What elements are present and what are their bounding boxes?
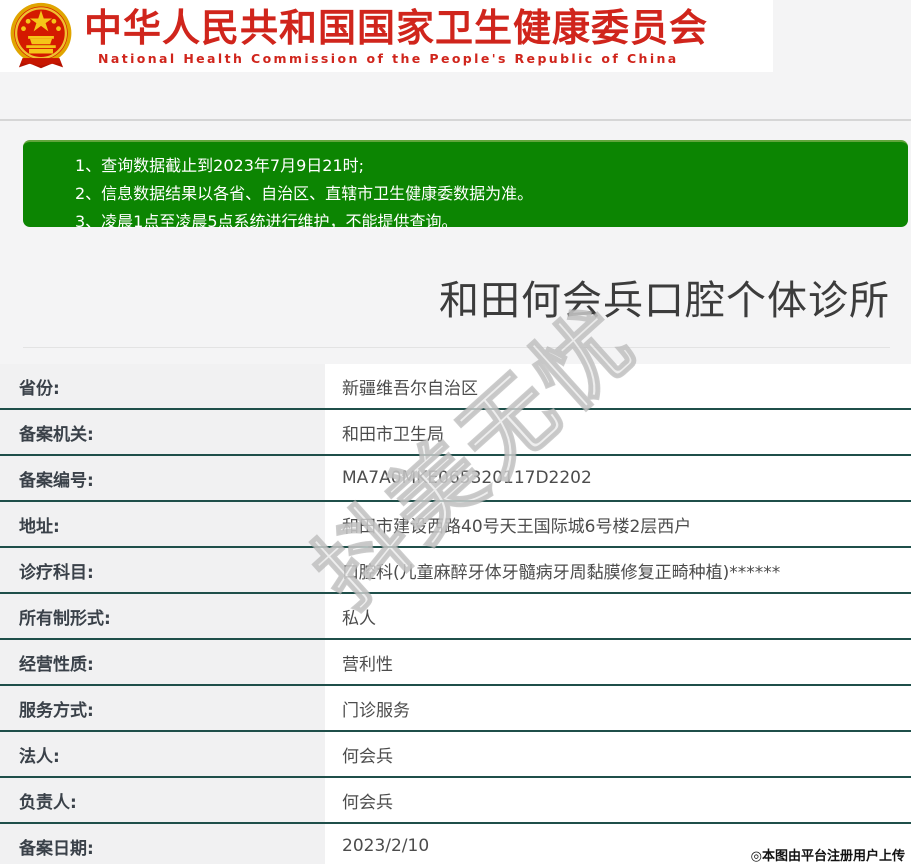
table-row-clinical-departments: 诊疗科目: 口腔科(儿童麻醉牙体牙髓病牙周黏膜修复正畸种植)****** <box>0 548 911 594</box>
china-national-emblem-icon <box>10 2 72 69</box>
field-value: 门诊服务 <box>325 686 911 730</box>
notice-line-1: 1、查询数据截止到2023年7月9日21时; <box>75 156 365 175</box>
field-label: 省份: <box>0 364 325 408</box>
field-label: 服务方式: <box>0 686 325 730</box>
field-label: 所有制形式: <box>0 594 325 638</box>
notice-box: 1、查询数据截止到2023年7月9日21时; 2、信息数据结果以各省、自治区、直… <box>23 140 908 231</box>
table-top-divider <box>23 347 890 348</box>
site-header: 中华人民共和国国家卫生健康委员会 National Health Commiss… <box>0 0 773 72</box>
header-titles: 中华人民共和国国家卫生健康委员会 National Health Commiss… <box>84 7 708 66</box>
table-row-ownership-form: 所有制形式: 私人 <box>0 594 911 640</box>
table-row-address: 地址: 和田市建设西路40号天王国际城6号楼2层西户 <box>0 502 911 548</box>
field-label: 地址: <box>0 502 325 546</box>
field-value: 新疆维吾尔自治区 <box>325 364 911 408</box>
page: 中华人民共和国国家卫生健康委员会 National Health Commiss… <box>0 0 911 864</box>
field-value: 口腔科(儿童麻醉牙体牙髓病牙周黏膜修复正畸种植)****** <box>325 548 911 592</box>
record-table: 省份: 新疆维吾尔自治区 备案机关: 和田市卫生局 备案编号: MA7A0MKE… <box>0 364 911 864</box>
table-row-business-nature: 经营性质: 营利性 <box>0 640 911 686</box>
table-row-legal-person: 法人: 何会兵 <box>0 732 911 778</box>
field-label: 备案编号: <box>0 456 325 500</box>
notice-line-3: 3、凌晨1点至凌晨5点系统进行维护，不能提供查询。 <box>75 212 458 231</box>
field-label: 备案机关: <box>0 410 325 454</box>
field-value: MA7A0MKE065320117D2202 <box>325 456 911 500</box>
field-label: 法人: <box>0 732 325 776</box>
field-value: 营利性 <box>325 640 911 684</box>
table-row-filing-authority: 备案机关: 和田市卫生局 <box>0 410 911 456</box>
field-value: 私人 <box>325 594 911 638</box>
table-row-province: 省份: 新疆维吾尔自治区 <box>0 364 911 410</box>
field-label: 备案日期: <box>0 824 325 864</box>
field-value: 何会兵 <box>325 778 911 822</box>
table-row-filing-number: 备案编号: MA7A0MKE065320117D2202 <box>0 456 911 502</box>
header-divider <box>0 119 911 121</box>
site-title-chinese: 中华人民共和国国家卫生健康委员会 <box>84 5 709 50</box>
field-label: 诊疗科目: <box>0 548 325 592</box>
field-value: 何会兵 <box>325 732 911 776</box>
header-band: 中华人民共和国国家卫生健康委员会 National Health Commiss… <box>0 0 911 72</box>
field-value: 和田市建设西路40号天王国际城6号楼2层西户 <box>325 502 911 546</box>
notice-line-2: 2、信息数据结果以各省、自治区、直辖市卫生健康委数据为准。 <box>75 184 534 203</box>
field-label: 负责人: <box>0 778 325 822</box>
clinic-name-title: 和田何会兵口腔个体诊所 <box>439 278 890 324</box>
site-title-english: National Health Commission of the People… <box>98 50 679 66</box>
field-value: 和田市卫生局 <box>325 410 911 454</box>
field-label: 经营性质: <box>0 640 325 684</box>
upload-attribution-note: ◎本图由平台注册用户上传 <box>750 849 905 864</box>
table-row-service-mode: 服务方式: 门诊服务 <box>0 686 911 732</box>
table-row-person-in-charge: 负责人: 何会兵 <box>0 778 911 824</box>
